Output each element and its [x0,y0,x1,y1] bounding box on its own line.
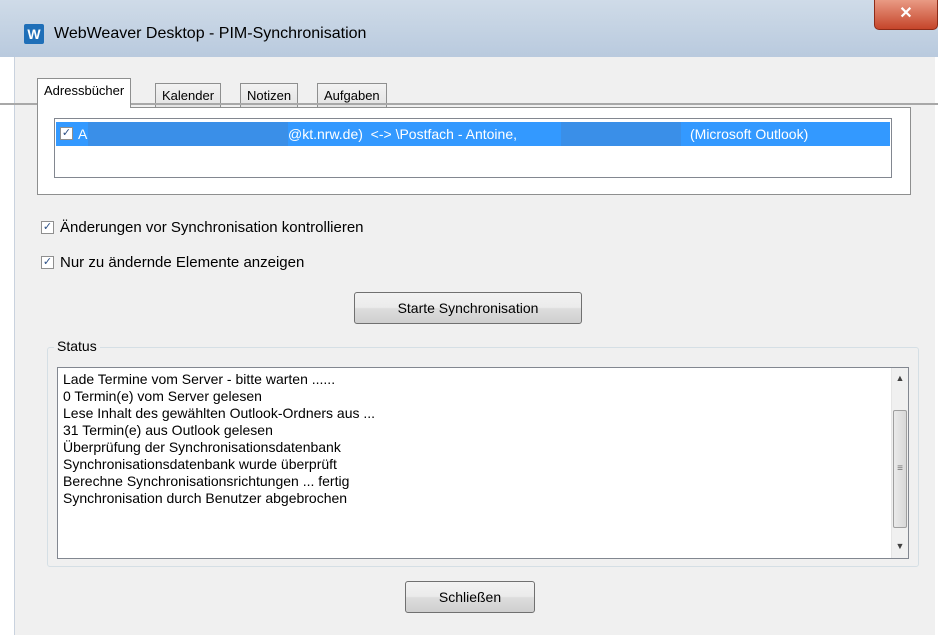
scroll-up-icon[interactable]: ▲ [892,370,908,387]
status-line: Überprüfung der Synchronisationsdatenban… [63,439,341,455]
status-label: Status [54,338,100,354]
sync-pairs-list[interactable]: ✓ A @kt.nrw.de) <-> \Postfach - Antoine,… [54,118,892,178]
status-lines: Lade Termine vom Server - bitte warten .… [63,371,375,507]
pim-sync-window: W WebWeaver Desktop - PIM-Synchronisatio… [0,0,938,635]
check-changes-checkbox[interactable]: ✓ [41,221,54,234]
status-line: Lese Inhalt des gewählten Outlook-Ordner… [63,405,376,421]
status-line: Berechne Synchronisationsrichtungen ... … [63,473,350,489]
tab-panel-adressbuecher: ✓ A @kt.nrw.de) <-> \Postfach - Antoine,… [37,107,911,195]
status-line: Synchronisation durch Benutzer abgebroch… [63,490,348,506]
status-line: 31 Termin(e) aus Outlook gelesen [63,422,273,438]
scroll-thumb[interactable]: ≡ [893,410,907,528]
status-line: Synchronisationsdatenbank wurde überprüf… [63,456,337,472]
show-changed-only-label: Nur zu ändernde Elemente anzeigen [60,254,305,271]
divider-line [0,103,938,105]
title-bar[interactable]: W WebWeaver Desktop - PIM-Synchronisatio… [0,0,938,57]
status-line: Lade Termine vom Server - bitte warten .… [63,371,336,387]
status-line: 0 Termin(e) vom Server gelesen [63,388,262,404]
start-sync-button[interactable]: Starte Synchronisation [354,292,582,324]
webweaver-app-icon: W [24,24,44,44]
tab-adressbuecher[interactable]: Adressbücher [37,78,132,108]
status-groupbox: Status Lade Termine vom Server - bitte w… [47,338,919,567]
list-item[interactable]: ✓ A @kt.nrw.de) <-> \Postfach - Antoine,… [56,122,890,146]
check-changes-label: Änderungen vor Synchronisation kontrolli… [60,219,364,236]
status-scrollbar[interactable]: ▲ ≡ ▼ [891,368,908,558]
close-button[interactable]: Schließen [405,581,535,613]
dialog-content: Adressbücher Kalender Notizen Aufgaben ✓… [14,57,935,635]
status-log[interactable]: Lade Termine vom Server - bitte warten .… [57,367,909,559]
close-window-button[interactable]: ✕ [874,0,938,30]
scroll-down-icon[interactable]: ▼ [892,538,908,555]
sync-pair-checkbox[interactable]: ✓ [60,127,73,140]
window-title: WebWeaver Desktop - PIM-Synchronisation [54,25,367,42]
sync-pair-prefix: A [78,126,88,142]
redacted-contact-name [561,122,681,146]
sync-pair-target: (Microsoft Outlook) [690,126,809,142]
sync-pair-source: @kt.nrw.de) <-> \Postfach - Antoine, [288,126,517,142]
redacted-account-name [88,122,288,146]
show-changed-only-checkbox[interactable]: ✓ [41,256,54,269]
